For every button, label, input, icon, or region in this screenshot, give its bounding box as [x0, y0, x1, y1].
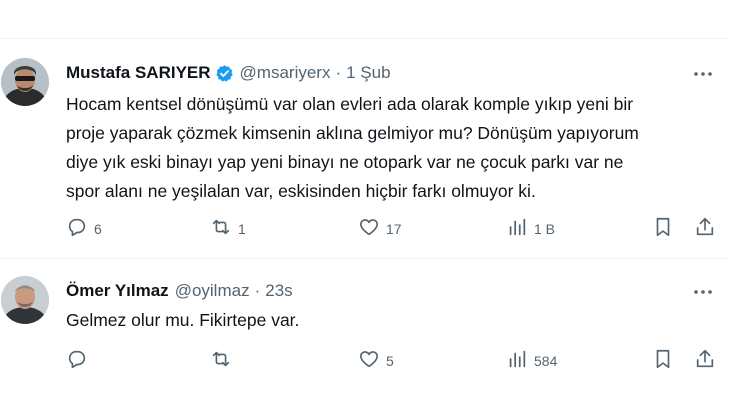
retweet-icon — [210, 216, 232, 241]
view-count: 1 B — [534, 220, 556, 237]
tweet-text: Gelmez olur mu. Fikirtepe var. — [66, 306, 716, 335]
bookmark-button[interactable] — [652, 216, 674, 241]
reply-icon — [66, 216, 88, 241]
retweet-icon — [210, 348, 232, 373]
more-dots-icon[interactable] — [692, 281, 714, 303]
tweet-actions: 5 584 — [66, 348, 718, 372]
tweet-text-line: Hocam kentsel dönüşümü var olan evleri a… — [66, 94, 634, 114]
user-handle[interactable]: @oyilmaz — [175, 281, 250, 301]
reply-count: 6 — [94, 220, 102, 237]
heart-icon — [358, 348, 380, 373]
share-button[interactable] — [694, 216, 716, 241]
tweet-text-line: Gelmez olur mu. Fikirtepe var. — [66, 310, 300, 330]
tweet-header: Mustafa SARIYER @msariyerx · 1 Şub — [66, 63, 391, 83]
retweet-count: 1 — [238, 220, 246, 237]
tweet-text-line: proje yaparak çözmek kimsenin aklına gel… — [66, 123, 639, 143]
like-button[interactable]: 5 — [358, 348, 394, 373]
reply-icon — [66, 348, 88, 373]
retweet-button[interactable] — [210, 348, 238, 373]
like-count: 17 — [386, 220, 402, 237]
top-border — [0, 38, 730, 39]
share-icon — [694, 348, 716, 373]
like-count: 5 — [386, 352, 394, 369]
retweet-button[interactable]: 1 — [210, 216, 246, 241]
display-name[interactable]: Ömer Yılmaz — [66, 281, 169, 301]
views-button[interactable]: 1 B — [506, 216, 555, 241]
bookmark-icon — [652, 348, 674, 373]
tweet-text: Hocam kentsel dönüşümü var olan evleri a… — [66, 90, 716, 206]
avatar-omer-image — [1, 276, 49, 324]
view-count: 584 — [534, 352, 558, 369]
user-handle[interactable]: @msariyerx — [240, 63, 331, 83]
tweet-text-line: diye yık eski binayı yap yeni binayı ne … — [66, 152, 624, 172]
share-icon — [694, 216, 716, 241]
separator-dot: · — [335, 63, 342, 82]
reply-button[interactable] — [66, 348, 94, 373]
share-button[interactable] — [694, 348, 716, 373]
timestamp[interactable]: 1 Şub — [346, 63, 390, 83]
avatar-omer[interactable] — [1, 276, 49, 324]
reply-button[interactable]: 6 — [66, 216, 102, 241]
like-button[interactable]: 17 — [358, 216, 402, 241]
more-dots-icon[interactable] — [692, 63, 714, 85]
tweet-divider — [0, 258, 730, 259]
bookmark-button[interactable] — [652, 348, 674, 373]
heart-icon — [358, 216, 380, 241]
timestamp[interactable]: 23s — [265, 281, 292, 301]
views-button[interactable]: 584 — [506, 348, 557, 373]
tweet-text-line: spor alanı ne yeşilalan var, eskisinden … — [66, 181, 536, 201]
tweet-header: Ömer Yılmaz @oyilmaz · 23s — [66, 281, 293, 301]
display-name[interactable]: Mustafa SARIYER — [66, 63, 211, 83]
avatar-mustafa[interactable] — [1, 58, 49, 106]
avatar-mustafa-image — [1, 58, 49, 106]
views-chart-icon — [506, 348, 528, 373]
tweet-actions: 6 1 17 1 B — [66, 216, 718, 240]
bookmark-icon — [652, 216, 674, 241]
separator-dot: · — [254, 281, 261, 300]
views-chart-icon — [506, 216, 528, 241]
verified-badge-icon — [215, 64, 234, 83]
